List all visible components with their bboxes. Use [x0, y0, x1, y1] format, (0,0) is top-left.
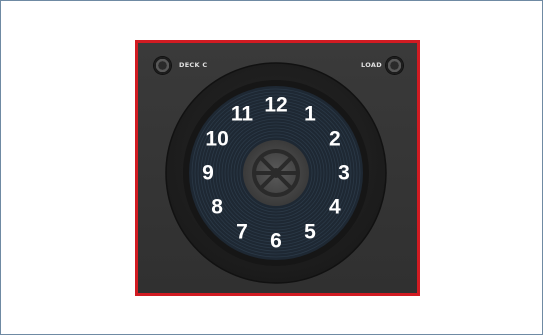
load-button[interactable] — [386, 57, 403, 74]
jog-number-10: 10 — [205, 128, 228, 151]
jog-wheel[interactable]: 12 12 3 45678 9 1011 — [165, 62, 387, 284]
jog-number-12: 12 — [264, 94, 287, 117]
deck-controller-panel: DECK C LOAD 12 1 2 3 4 5 6 7 8 9 10 11 — [135, 40, 420, 296]
screenshot-frame: DECK C LOAD 12 1 2 3 4 5 6 7 8 9 10 11 — [0, 0, 543, 335]
jog-number-4: 4 — [329, 196, 341, 219]
jog-number-3: 3 — [338, 162, 350, 185]
jog-number-8: 8 — [211, 196, 223, 219]
jog-number-1: 1 — [304, 103, 316, 126]
jog-number-7: 7 — [236, 220, 248, 243]
jog-number-9: 9 — [202, 162, 214, 185]
jog-number-6: 6 — [270, 230, 282, 253]
jog-number-11: 11 — [231, 103, 254, 126]
jog-number-2: 2 — [329, 128, 341, 151]
jog-number-5: 5 — [304, 220, 316, 243]
